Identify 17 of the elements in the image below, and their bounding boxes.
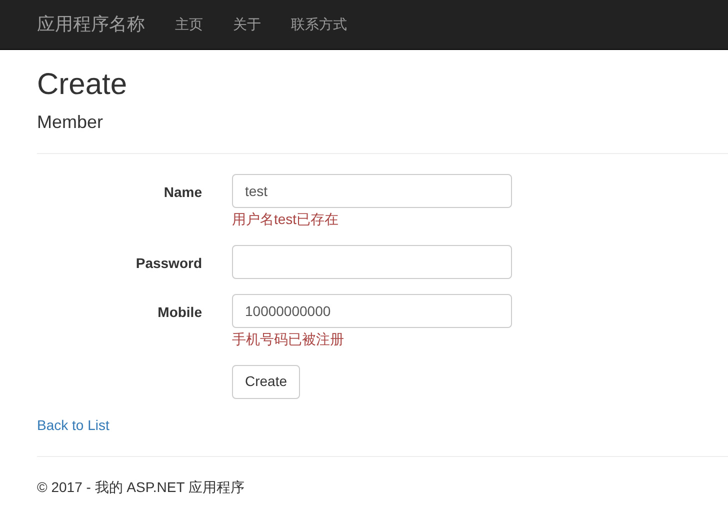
nav-link[interactable]: 联系方式	[276, 14, 362, 35]
text-field[interactable]	[232, 244, 512, 279]
nav-link[interactable]: 关于	[218, 14, 276, 35]
field-label: Mobile	[156, 302, 202, 322]
text-field[interactable]: 10000000000	[232, 294, 512, 328]
page-subtitle: Member	[37, 113, 104, 133]
field-label: Name	[162, 182, 202, 202]
back-link[interactable]: Back to List	[37, 414, 728, 436]
nav-link[interactable]: 主页	[160, 14, 218, 35]
page-title: Create	[37, 68, 128, 101]
create-button[interactable]: Create	[232, 364, 300, 399]
footer-text: © 2017 - 我的 ASP.NET 应用程序	[37, 478, 246, 497]
error-message: 用户名test已存在	[232, 210, 340, 229]
error-message: 手机号码已被注册	[232, 330, 345, 349]
text-field[interactable]: test	[232, 174, 512, 208]
brand-link[interactable]: 应用程序名称	[37, 11, 145, 38]
field-label: Password	[134, 254, 202, 273]
